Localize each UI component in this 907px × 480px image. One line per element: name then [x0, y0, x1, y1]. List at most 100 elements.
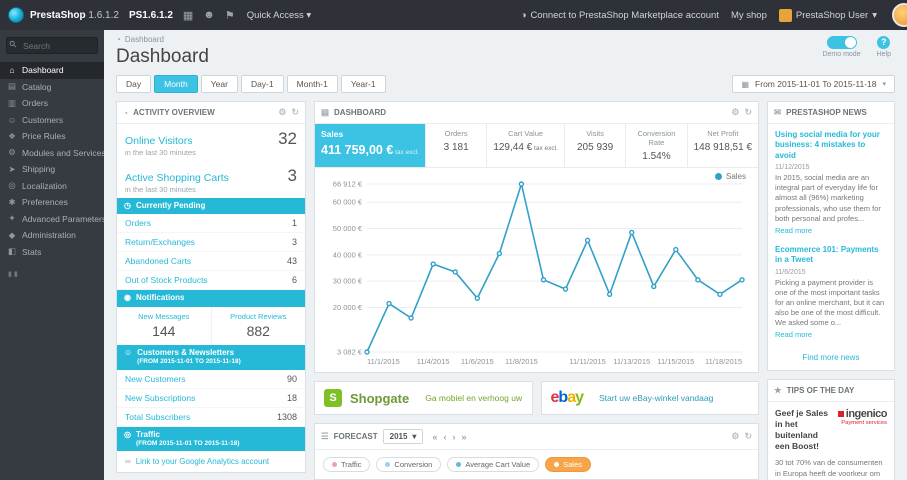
sidebar-item-advanced-parameters[interactable]: ✦ Advanced Parameters	[0, 211, 104, 228]
kpi-visits[interactable]: Visits 205 939	[565, 124, 627, 167]
kpi-cart-value[interactable]: Cart Value 129,44 € tax excl.	[487, 124, 565, 167]
stat-value: 43	[286, 256, 297, 267]
news-article-title[interactable]: Using social media for your business: 4 …	[775, 130, 887, 161]
stat-link-new-customers[interactable]: New Customers	[125, 374, 185, 384]
sidebar-item-preferences[interactable]: ✱ Preferences	[0, 194, 104, 211]
shopgate-name: Shopgate	[350, 390, 410, 406]
online-visitors-link[interactable]: Online Visitors	[125, 135, 193, 147]
notifications-header: ◉ Notifications	[117, 290, 305, 307]
sidebar-collapse-icon[interactable]: ▮▮	[8, 270, 96, 278]
ebay-banner[interactable]: ebay Start uw eBay-winkel vandaag	[540, 381, 759, 415]
sidebar: ⚲ ⌂ Dashboard ▤ Catalog ▥ Orders ☺ Customers ❖ Pr…	[0, 30, 104, 480]
refresh-icon[interactable]: ↻	[744, 431, 752, 442]
ebay-cta-link[interactable]: Start uw eBay-winkel vandaag	[599, 393, 713, 403]
filter-button-day[interactable]: Day	[116, 75, 152, 93]
notification-cells: New Messages 144 Product Reviews 882	[117, 306, 306, 345]
activity-overview-panel: ◔ ACTIVITY OVERVIEW ⚙ ↻ Online Visitors 3…	[116, 101, 306, 474]
filter-button-month[interactable]: Month	[154, 75, 198, 93]
sidebar-item-orders[interactable]: ▥ Orders	[0, 95, 104, 112]
stat-link-out-of-stock-products[interactable]: Out of Stock Products	[125, 275, 208, 285]
news-article-excerpt: In 2015, social media are an integral pa…	[775, 173, 881, 223]
toggle-knob	[844, 37, 856, 48]
forecast-pill-average-cart-value[interactable]: Average Cart Value	[447, 457, 540, 472]
shopgate-cta-link[interactable]: Ga mobiel en verhoog uw omzet	[425, 393, 522, 403]
sidebar-item-stats[interactable]: ◧ Stats	[0, 244, 104, 261]
avatar-edge	[892, 3, 907, 27]
sidebar-item-price-rules[interactable]: ❖ Price Rules	[0, 128, 104, 145]
filter-button-month-1[interactable]: Month-1	[286, 75, 338, 93]
stat-link-orders[interactable]: Orders	[125, 218, 151, 228]
sidebar-item-label: Modules and Services	[22, 147, 104, 158]
marketplace-connect-label: Connect to PrestaShop Marketplace accoun…	[530, 9, 719, 21]
svg-text:11/8/2015: 11/8/2015	[505, 357, 538, 366]
active-carts-link[interactable]: Active Shopping Carts	[125, 172, 229, 184]
demo-mode-toggle[interactable]	[826, 36, 857, 49]
ebay-letter: y	[575, 389, 584, 406]
sidebar-item-dashboard[interactable]: ⌂ Dashboard	[0, 62, 104, 79]
stat-value: 1308	[276, 411, 297, 422]
stat-link-abandoned-carts[interactable]: Abandoned Carts	[125, 256, 191, 266]
gear-icon[interactable]: ⚙	[731, 431, 739, 442]
sidebar-item-catalog[interactable]: ▤ Catalog	[0, 79, 104, 96]
legend-dot-icon	[456, 462, 462, 467]
kpi-sales[interactable]: Sales 411 759,00 € tax excl.	[315, 124, 426, 167]
quick-access-menu[interactable]: Quick Access ▾	[247, 10, 311, 21]
sidebar-item-customers[interactable]: ☺ Customers	[0, 112, 104, 129]
refresh-icon[interactable]: ↻	[291, 107, 299, 118]
kpi-label: Cart Value	[508, 129, 544, 138]
filter-button-day-1[interactable]: Day-1	[240, 75, 284, 93]
forecast-year-select[interactable]: 2015 ▾	[382, 429, 424, 444]
shipping-icon: ➤	[8, 163, 16, 174]
sidebar-item-administration[interactable]: ◆ Administration	[0, 227, 104, 244]
forecast-pill-sales[interactable]: Sales	[545, 457, 591, 472]
forecast-nav: « ‹ › »	[432, 432, 466, 442]
date-range-value: From 2015-11-01 To 2015-11-18	[755, 79, 877, 89]
activity-panel-header: ◔ ACTIVITY OVERVIEW ⚙ ↻	[117, 102, 305, 124]
announcements-icon[interactable]: ⚑	[225, 9, 235, 22]
google-analytics-link[interactable]: ∞ Link to your Google Analytics account	[117, 451, 305, 472]
kpi-conversion-rate[interactable]: Conversion Rate 1.54%	[626, 124, 688, 167]
user-menu[interactable]: PrestaShop User ▾	[778, 8, 877, 22]
notification-cell-product-reviews[interactable]: Product Reviews 882	[212, 307, 306, 345]
forecast-pill-conversion[interactable]: Conversion	[376, 457, 442, 472]
next-page-icon[interactable]: ›	[452, 432, 455, 442]
gear-icon[interactable]: ⚙	[278, 107, 286, 118]
gear-icon[interactable]: ⚙	[731, 107, 739, 118]
find-more-news-link[interactable]: Find more news	[768, 349, 894, 370]
marketplace-connect-link[interactable]: ◑ Connect to PrestaShop Marketplace accou…	[521, 10, 719, 21]
chart-legend[interactable]: Sales	[714, 172, 746, 181]
stats-icon: ◧	[7, 246, 17, 257]
cart-icon[interactable]: ▦	[183, 9, 193, 22]
filter-button-year[interactable]: Year	[200, 75, 238, 93]
read-more-link[interactable]: Read more	[775, 226, 812, 235]
brand-version: 1.6.1.2	[88, 9, 119, 21]
date-filter-bar: Day Month Year Day-1 Month-1 Year-1 ▦ From 20…	[104, 68, 907, 98]
forecast-pill-traffic[interactable]: Traffic	[323, 457, 371, 472]
kpi-net-profit[interactable]: Net Profit 148 918,51 €	[688, 124, 758, 167]
sidebar-item-modules-and-services[interactable]: ⚙ Modules and Services	[0, 145, 104, 162]
kpi-orders[interactable]: Orders 3 181	[426, 124, 488, 167]
date-range-picker[interactable]: ▦ From 2015-11-01 To 2015-11-18 ▾	[732, 75, 895, 93]
filter-button-year-1[interactable]: Year-1	[340, 75, 386, 93]
sidebar-item-shipping[interactable]: ➤ Shipping	[0, 161, 104, 178]
link-icon: ∞	[125, 457, 131, 467]
svg-text:11/13/2015: 11/13/2015	[613, 357, 650, 366]
svg-text:30 000 €: 30 000 €	[333, 277, 363, 286]
shopgate-banner[interactable]: S Shopgate Ga mobiel en verhoog uw omzet	[314, 381, 533, 415]
refresh-icon[interactable]: ↻	[744, 107, 752, 118]
prev-page-icon[interactable]: ‹	[443, 432, 446, 442]
first-page-icon[interactable]: «	[432, 432, 437, 442]
person-icon[interactable]: ☻	[203, 9, 215, 21]
stat-link-return-exchanges[interactable]: Return/Exchanges	[125, 237, 195, 247]
stat-link-total-subscribers[interactable]: Total Subscribers	[125, 412, 190, 422]
read-more-link[interactable]: Read more	[775, 330, 812, 339]
help-icon[interactable]: ?	[877, 36, 891, 49]
sidebar-item-localization[interactable]: ◎ Localization	[0, 178, 104, 195]
active-carts-value: 3	[287, 166, 297, 185]
notification-cell-new-messages[interactable]: New Messages 144	[117, 306, 212, 345]
last-page-icon[interactable]: »	[461, 432, 466, 442]
shop-name: PS1.6.1.2	[128, 9, 173, 21]
news-article-title[interactable]: Ecommerce 101: Payments in a Tweet	[775, 245, 887, 266]
my-shop-link[interactable]: My shop	[731, 10, 767, 21]
stat-link-new-subscriptions[interactable]: New Subscriptions	[125, 393, 195, 403]
